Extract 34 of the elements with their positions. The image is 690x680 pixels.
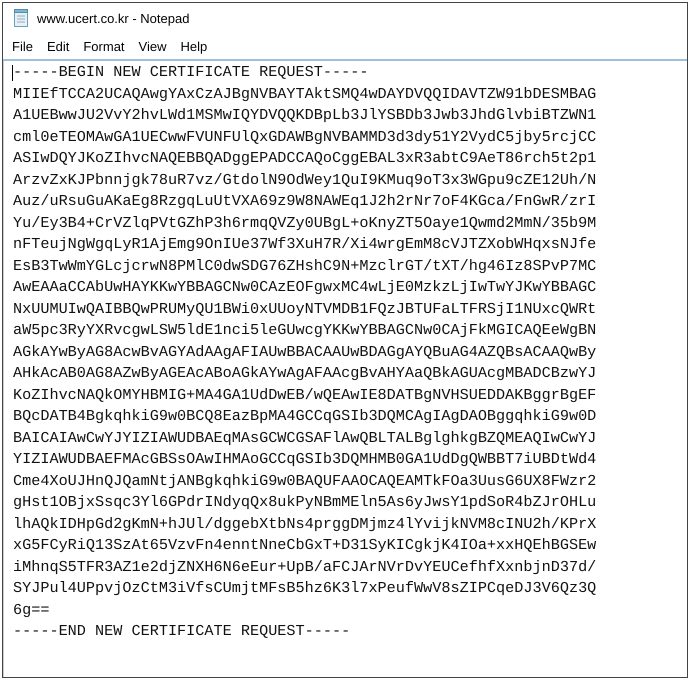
text-line: nFTeujNgWgqLyR1AjEmg9OnIUe37Wf3XuH7R/Xi4wrgEmM8cVJTZXobWHqxsNJfe: [13, 234, 598, 255]
text-line: KoZIhvcNAQkOMYHBMIG+MA4GA1UdDwEB/wQEAwIE8DATBgNVHSUEDDAKBggrBgEF: [13, 384, 598, 406]
text-line: YIZIAWUDBAEFMAcGBSsOAwIHMAoGCCqGSIb3DQMHMB0GA1UdDgQWBBT7iUBDtWd4: [13, 449, 598, 470]
text-line: -----END NEW CERTIFICATE REQUEST-----: [13, 621, 352, 642]
menu-item[interactable]: File: [7, 36, 38, 56]
text-line: ArzvZxKJPbnnjgk78uR7vz/GtdolN9OdWey1QuI9KMuq9oT3x3WGpu9cZE12Uh/N: [13, 170, 598, 190]
text-line: NxUUMUIwQAIBBQwPRUMyQU1BWi0xUUoyNTVMDB1FQzJBTUFaLTFRSjI1NUxcQWRt: [13, 298, 598, 320]
text-line: SYJPul4UPpvjOzCtM3iVfsCUmjtMFsB5hz6K3l7xPeufWwV8sZIPCqeDJ3V6Qz3Q: [13, 578, 598, 599]
menu-item[interactable]: View: [134, 36, 172, 56]
notepad-icon: [13, 9, 29, 27]
menu-item[interactable]: Edit: [42, 36, 74, 56]
text-line: AwEAAaCCAbUwHAYKKwYBBAGCNw0CAzEOFgwxMC4wLjE0MzkzLjIwTwYJKwYBBAGC: [13, 277, 598, 298]
menu-item[interactable]: Help: [175, 36, 212, 56]
text-line: MIIEfTCCA2UCAQAwgYAxCzAJBgNVBAYTAktSMQ4wDAYDVQQIDAVTZW91bDESMBAG: [13, 84, 598, 104]
text-line: aW5pc3RyYXRvcgwLSW5ldE1nci5leGUwcgYKKwYBBAGCNw0CAjFkMGICAQEeWgBN: [13, 320, 598, 341]
text-line: xG5FCyRiQ13SzAt65VzvFn4enntNneCbGxT+D31SyKICgkjK4IOa+xxHQEhBGSEw: [13, 535, 598, 556]
text-line: iMhnqS5TFR3AZ1e2djZNXH6N6eEur+UpB/aFCJArNVrDvYEUCefhfXxnbjnD37d/: [13, 556, 598, 578]
text-line: A1UEBwwJU2VvY2hvLWd1MSMwIQYDVQQKDBpLb3JlYSBDb3Jwb3JhdGlvbiBTZWN1: [13, 105, 598, 126]
text-line: cml0eTEOMAwGA1UECwwFVUNFUlQxGDAWBgNVBAMMD3d3dy51Y2VydC5jby5rcjCC: [13, 126, 598, 148]
menu-item[interactable]: Format: [78, 36, 130, 56]
text-line: BAICAIAwCwYJYIZIAWUDBAEqMAsGCWCGSAFlAwQBLTALBglghkgBZQMEAQIwCwYJ: [13, 428, 598, 448]
text-line: Auz/uRsuGuAKaEg8RzgqLuUtVXA69z9W8NAWEq1J2h2rNr7oF4KGca/FnGwR/zrI: [13, 191, 598, 212]
text-line: EsB3TwWmYGLcjcrwN8PMlC0dwSDG76ZHshC9N+MzclrGT/tXT/hg46Iz8SPvP7MC: [13, 256, 598, 276]
text-line: Yu/Ey3B4+CrVZlqPVtGZhP3h6rmqQVZy0UBgL+oKnyZT5Oaye1Qwmd2MmN/35b9M: [13, 212, 598, 234]
text-line: AGkAYwByAG8AcwBvAGYAdAAgAFIAUwBBACAAUwBDAGgAYQBuAG4AZQBsACAAQwBy: [13, 342, 598, 362]
text-line: ASIwDQYJKoZIhvcNAQEBBQADggEPADCCAQoCggEBAL3xR3abtC9AeT86rch5t2p1: [13, 148, 598, 169]
text-line: 6g==: [13, 600, 50, 620]
window-title: www.ucert.co.kr - Notepad: [37, 10, 190, 26]
text-line: Cme4XoUJHnQJQamNtjANBgkqhkiG9w0BAQUFAAOCAQEAMTkFOa3UusG6UX8FWzr2: [13, 470, 598, 492]
text-line: gHst1OBjxSsqc3Yl6GPdrINdyqQx8ukPyNBmMEln5As6yJwsY1pdSoR4bZJrOHLu: [13, 492, 598, 513]
text-line: BQcDATB4BgkqhkiG9w0BCQ8EazBpMA4GCCqGSIb3DQMCAgIAgDAOBggqhkiG9w0D: [13, 406, 598, 427]
text-line: AHkAcAB0AG8AZwByAGEAcABoAGkAYwAgAFAAcgBvAHYAaQBkAGUAcgMBADCBzwYJ: [13, 363, 598, 384]
text-line: lhAQkIDHpGd2gKmN+hJUl/dggebXtbNs4prggDMjmz4lYvijkNVM8cINU2h/KPrX: [13, 514, 598, 534]
text-line: -----BEGIN NEW CERTIFICATE REQUEST-----: [13, 62, 370, 83]
